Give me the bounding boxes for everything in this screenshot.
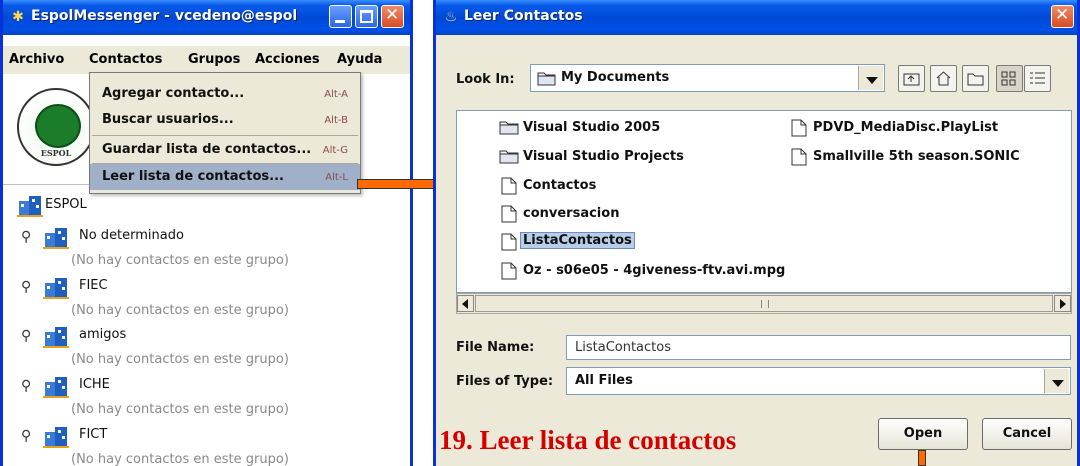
file-icon — [501, 177, 517, 195]
list-view-icon — [1001, 71, 1016, 86]
messenger-title: EspolMessenger - vcedeno@espol — [31, 8, 298, 24]
new-folder-button[interactable] — [962, 65, 989, 92]
up-folder-icon — [903, 73, 920, 86]
look-in-select[interactable]: My Documents — [530, 64, 885, 92]
file-icon — [501, 262, 517, 280]
file-icon — [501, 233, 517, 251]
tree-root[interactable]: ESPOL — [45, 197, 87, 223]
menu-item-agregar-contacto[interactable]: Agregar contacto... Alt-A — [90, 81, 360, 107]
menu-item-buscar-usuarios[interactable]: Buscar usuarios... Alt-B — [90, 107, 360, 133]
list-view-button[interactable] — [996, 65, 1023, 92]
dialog-close-button[interactable]: ✕ — [1051, 5, 1074, 28]
messenger-titlebar[interactable]: ✱ EspolMessenger - vcedeno@espol ✕ — [3, 0, 410, 35]
chevron-down-icon[interactable] — [1044, 369, 1069, 393]
empty-group-note: (No hay contactos en este grupo) — [71, 303, 289, 318]
contacts-tree: ESPOL ⚲ No determinado (No hay contactos… — [3, 184, 410, 466]
group-fict[interactable]: FICT — [79, 427, 107, 453]
cancel-button[interactable]: Cancel — [982, 418, 1072, 450]
scroll-right-button[interactable] — [1054, 295, 1071, 312]
chevron-down-icon[interactable] — [858, 66, 883, 90]
up-folder-button[interactable] — [898, 65, 925, 92]
file-name-label: File Name: — [456, 340, 535, 355]
pointer-arrow — [357, 179, 445, 189]
messenger-menubar: Archivo Contactos Grupos Acciones Ayuda — [3, 46, 410, 75]
menu-item-guardar-lista[interactable]: Guardar lista de contactos... Alt-G — [90, 137, 360, 163]
menu-contactos[interactable]: Contactos — [89, 52, 162, 67]
home-icon — [936, 71, 951, 86]
scroll-thumb[interactable] — [475, 295, 1053, 312]
files-of-type-label: Files of Type: — [456, 374, 554, 389]
minimize-icon — [335, 20, 345, 23]
building-icon — [43, 327, 69, 348]
minimize-button[interactable] — [329, 5, 352, 28]
key-icon[interactable]: ⚲ — [21, 378, 31, 394]
menu-grupos[interactable]: Grupos — [188, 52, 240, 67]
key-icon[interactable]: ⚲ — [21, 229, 31, 245]
folder-icon — [499, 150, 519, 164]
menu-acciones[interactable]: Acciones — [255, 52, 320, 67]
key-icon[interactable]: ⚲ — [21, 279, 31, 295]
close-icon: ✕ — [385, 5, 400, 25]
pointer-line — [918, 450, 926, 466]
folder-icon — [537, 72, 556, 86]
folder-icon — [499, 121, 519, 135]
close-icon: ✕ — [1055, 5, 1070, 25]
building-icon — [43, 228, 69, 249]
caption: 19. Leer lista de contactos — [439, 425, 737, 455]
group-fiec[interactable]: FIEC — [79, 278, 108, 304]
empty-group-note: (No hay contactos en este grupo) — [71, 253, 289, 268]
files-of-type-select[interactable]: All Files — [566, 367, 1071, 395]
building-icon — [43, 427, 69, 448]
scroll-left-button[interactable] — [457, 295, 474, 312]
open-button[interactable]: Open — [878, 418, 968, 450]
leer-contactos-dialog: ♨ Leer Contactos ✕ Look In: My Documents… — [433, 0, 1080, 466]
java-cup-icon: ♨ — [444, 9, 458, 25]
building-icon — [43, 377, 69, 398]
dialog-title: Leer Contactos — [464, 8, 583, 24]
file-name-field[interactable]: ListaContactos — [566, 335, 1071, 360]
empty-group-note: (No hay contactos en este grupo) — [71, 452, 289, 466]
arrow-right-icon — [1060, 299, 1066, 309]
grip-icon — [761, 300, 769, 308]
menu-ayuda[interactable]: Ayuda — [337, 52, 382, 67]
details-view-icon — [1030, 72, 1045, 84]
close-button[interactable]: ✕ — [381, 5, 404, 28]
dialog-titlebar[interactable]: ♨ Leer Contactos ✕ — [436, 0, 1077, 35]
menu-item-leer-lista[interactable]: Leer lista de contactos... Alt-L — [90, 164, 360, 190]
turtle-icon — [35, 104, 81, 148]
key-icon[interactable]: ⚲ — [21, 428, 31, 444]
empty-group-note: (No hay contactos en este grupo) — [71, 352, 289, 367]
menu-archivo[interactable]: Archivo — [9, 52, 64, 67]
group-amigos[interactable]: amigos — [79, 327, 126, 353]
building-icon — [17, 196, 43, 217]
key-icon[interactable]: ⚲ — [21, 328, 31, 344]
group-no-determinado[interactable]: No determinado — [79, 228, 184, 254]
building-icon — [43, 278, 69, 299]
file-icon — [791, 148, 807, 166]
file-icon — [791, 119, 807, 137]
espol-logo: ESPOL — [17, 88, 95, 166]
file-icon — [501, 205, 517, 223]
contactos-menu: Agregar contacto... Alt-A Buscar usuario… — [89, 72, 361, 194]
details-view-button[interactable] — [1024, 65, 1051, 92]
group-iche[interactable]: ICHE — [79, 377, 110, 403]
horizontal-scrollbar[interactable] — [456, 293, 1072, 314]
home-button[interactable] — [930, 65, 957, 92]
menu-separator — [92, 135, 358, 136]
empty-group-note: (No hay contactos en este grupo) — [71, 402, 289, 417]
maximize-icon — [360, 10, 373, 23]
file-list: Visual Studio 2005 Visual Studio Project… — [456, 110, 1072, 293]
arrow-left-icon — [462, 299, 468, 309]
app-icon: ✱ — [12, 9, 24, 25]
maximize-button[interactable] — [355, 5, 378, 28]
look-in-label: Look In: — [456, 72, 515, 87]
messenger-window: ✱ EspolMessenger - vcedeno@espol ✕ Archi… — [0, 0, 413, 466]
new-folder-icon — [967, 73, 984, 86]
